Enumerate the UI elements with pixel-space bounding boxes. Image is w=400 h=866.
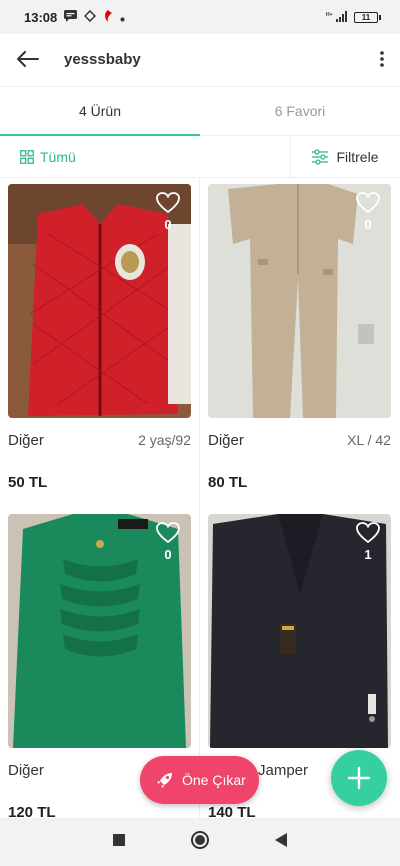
like-count: 1 [364,547,372,562]
product-brand: Diğer [8,762,44,779]
gesture-icon [84,9,97,25]
heart-icon [356,522,380,544]
add-product-button[interactable] [331,750,387,806]
square-icon [113,833,125,846]
tab-products[interactable]: 4 Ürün [0,87,200,136]
product-size: 2 yaş/92 [138,432,191,448]
product-price: 50 TL [8,474,48,491]
battery-icon: 11 [354,11,381,23]
message-icon [64,9,78,25]
rocket-icon [157,773,172,788]
like-count: 0 [164,547,172,562]
filter-button[interactable]: Filtrele [290,135,400,178]
signal-icon: H+ [326,10,350,24]
grid-icon [20,149,34,164]
vodafone-icon [103,9,113,25]
product-grid: 0 Diğer 2 yaş/92 50 TL 0 Diğer XL / 42 8… [0,178,400,818]
svg-text:H+: H+ [326,12,333,18]
more-vert-icon [380,51,384,67]
all-label: Tümü [40,148,76,165]
like-button[interactable]: 1 [356,522,380,562]
all-button[interactable]: Tümü [20,149,76,165]
filter-row: Tümü Filtrele [0,135,400,178]
product-card[interactable]: 0 Diğer XL / 42 80 TL [200,178,400,508]
battery-level: 11 [361,12,371,22]
product-price: 80 TL [208,474,248,491]
heart-icon [356,192,380,214]
tab-bar: 4 Ürün 6 Favori [0,86,400,136]
heart-icon [156,192,180,214]
tab-favorites[interactable]: 6 Favori [200,87,400,135]
heart-icon [156,522,180,544]
product-size: XL / 42 [347,432,391,448]
status-bar: 13:08 H+ 11 [0,0,400,34]
more-menu-button[interactable] [364,34,400,84]
like-button[interactable]: 0 [356,192,380,232]
like-button[interactable]: 0 [156,522,180,562]
like-count: 0 [164,217,172,232]
system-nav-bar [0,818,400,866]
home-button[interactable] [190,830,210,855]
triangle-back-icon [275,832,287,847]
dot-icon [120,10,125,25]
product-brand: Jamper [258,762,309,779]
product-price: 140 TL [208,804,256,818]
promote-button[interactable]: Öne Çıkar [140,756,259,804]
page-title: yesssbaby [64,50,141,68]
product-price: 120 TL [8,804,56,818]
status-time: 13:08 [24,9,58,25]
filter-sliders-icon [312,148,329,165]
plus-icon [347,766,371,790]
like-button[interactable]: 0 [156,192,180,232]
product-brand: Diğer [208,432,244,449]
app-bar: yesssbaby [0,34,400,84]
back-button[interactable] [0,34,56,84]
arrow-left-icon [17,51,39,67]
filter-label: Filtrele [336,148,379,165]
like-count: 0 [364,217,372,232]
back-nav-button[interactable] [274,832,288,853]
product-card[interactable]: 0 Diğer 2 yaş/92 50 TL [0,178,200,508]
product-brand: Diğer [8,432,44,449]
recents-button[interactable] [112,833,126,852]
circle-icon [191,830,209,849]
promote-label: Öne Çıkar [182,772,246,788]
